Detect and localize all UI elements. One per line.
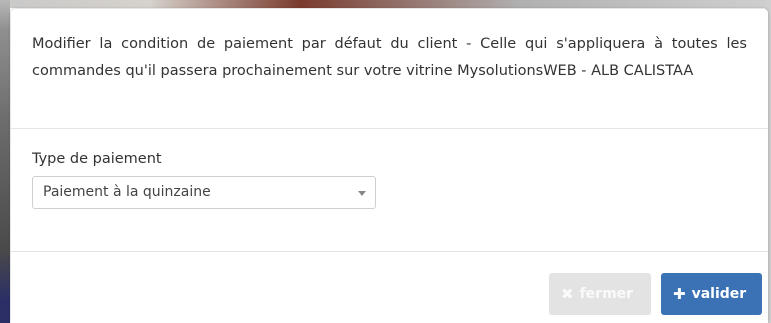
validate-button[interactable]: ✚ valider [661,273,762,315]
modal-footer: ✖ fermer ✚ valider [549,273,762,315]
modal-header: Modifier la condition de paiement par dé… [11,9,768,129]
modal-body: Type de paiement Paiement à la quinzaine [11,129,768,252]
close-button[interactable]: ✖ fermer [549,273,651,315]
payment-type-label: Type de paiement [32,151,162,167]
backdrop [0,0,771,8]
validate-button-label: valider [691,286,747,302]
times-icon: ✖ [561,284,574,303]
modal-description: Modifier la condition de paiement par dé… [32,36,747,79]
plus-icon: ✚ [673,284,686,303]
chevron-down-icon [358,191,366,196]
payment-type-select[interactable]: Paiement à la quinzaine [32,176,376,209]
payment-type-selected-value: Paiement à la quinzaine [43,184,211,200]
backdrop-left [0,0,10,323]
close-button-label: fermer [579,286,634,302]
payment-condition-modal: Modifier la condition de paiement par dé… [11,9,768,323]
